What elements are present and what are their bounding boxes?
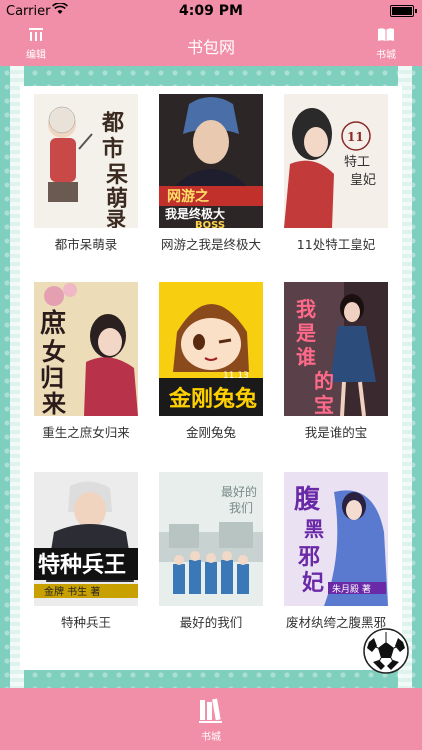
- book-item[interactable]: 我 是 谁 的 宝 我是谁的宝: [274, 282, 398, 441]
- book-cover-art: 11 特工 皇妃: [284, 94, 388, 228]
- book-item[interactable]: 网游之 我是终极大 BOSS 网游之我是终极大: [149, 94, 273, 253]
- svg-text:宝: 宝: [314, 393, 334, 416]
- book-cover: 都 市 呆 萌 录: [34, 94, 138, 228]
- bookshelf-panel: 都 市 呆 萌 录 都市呆萌录 网游之 我是终极大 BOSS 网游之我是终极大 …: [20, 86, 402, 670]
- svg-text:BOSS: BOSS: [195, 220, 225, 228]
- book-item[interactable]: 特种兵王 金牌 书生 著 特种兵王: [24, 472, 148, 631]
- svg-text:是: 是: [295, 321, 316, 345]
- book-cover: 最好的 我们: [159, 472, 263, 606]
- svg-text:我们: 我们: [229, 500, 253, 515]
- svg-text:谁: 谁: [296, 345, 316, 369]
- book-cover: 特种兵王 金牌 书生 著: [34, 472, 138, 606]
- book-item[interactable]: 最好的 我们 最好的我们: [149, 472, 273, 631]
- bookshelf-area[interactable]: 都 市 呆 萌 录 都市呆萌录 网游之 我是终极大 BOSS 网游之我是终极大 …: [0, 66, 422, 688]
- svg-text:黑: 黑: [304, 517, 324, 541]
- book-item[interactable]: 都 市 呆 萌 录 都市呆萌录: [24, 94, 148, 253]
- svg-text:金牌 书生 著: 金牌 书生 著: [44, 585, 100, 598]
- status-bar: Carrier 4:09 PM: [0, 0, 422, 22]
- books-icon: [199, 698, 222, 723]
- svg-text:我是终极大: 我是终极大: [165, 206, 225, 221]
- svg-text:市: 市: [102, 136, 124, 162]
- svg-text:女: 女: [42, 337, 66, 366]
- svg-text:特工: 特工: [344, 155, 370, 170]
- book-item[interactable]: 金刚兔兔 11.13 金刚兔兔: [149, 282, 273, 441]
- svg-text:妃: 妃: [302, 570, 324, 596]
- tab-bookstore-label: 书城: [201, 732, 221, 743]
- book-cover-art: 金刚兔兔 11.13: [159, 282, 263, 416]
- bookstore-button-label: 书城: [376, 50, 396, 61]
- book-open-icon: [377, 26, 395, 44]
- book-cover-art: 腹 黑 邪 妃 朱月殿 著: [284, 472, 388, 606]
- svg-text:呆: 呆: [105, 162, 128, 188]
- book-title: 最好的我们: [179, 615, 243, 630]
- svg-text:11.13: 11.13: [223, 371, 249, 381]
- svg-text:我: 我: [296, 297, 316, 321]
- svg-text:归: 归: [40, 363, 64, 392]
- soccer-ball-icon[interactable]: [363, 628, 409, 674]
- book-cover: 11 特工 皇妃: [284, 94, 388, 228]
- book-cover-art: 庶 女 归 来: [34, 282, 138, 416]
- book-cover-art: 我 是 谁 的 宝: [284, 282, 388, 416]
- battery-icon: [390, 5, 417, 17]
- status-time: 4:09 PM: [179, 3, 243, 19]
- svg-text:最好的: 最好的: [221, 484, 257, 499]
- book-item[interactable]: 庶 女 归 来 重生之庶女归来: [24, 282, 148, 441]
- page-title: 书包网: [186, 38, 235, 57]
- svg-text:都: 都: [101, 110, 124, 136]
- book-cover: 金刚兔兔 11.13: [159, 282, 263, 416]
- svg-text:录: 录: [106, 207, 126, 228]
- book-cover-art: 特种兵王 金牌 书生 著: [34, 472, 138, 606]
- book-title: 网游之我是终极大: [160, 237, 261, 252]
- book-item[interactable]: 腹 黑 邪 妃 朱月殿 著 废材纨绔之腹黑邪: [274, 472, 398, 631]
- book-title: 特种兵王: [60, 615, 111, 630]
- book-cover: 庶 女 归 来: [34, 282, 138, 416]
- tab-bookstore[interactable]: 书城: [181, 696, 241, 743]
- book-title: 都市呆萌录: [54, 237, 118, 252]
- tab-bar: 书城: [0, 688, 422, 750]
- book-title: 我是谁的宝: [304, 425, 368, 440]
- book-cover-art: 都 市 呆 萌 录: [48, 106, 128, 228]
- svg-text:来: 来: [42, 389, 67, 416]
- svg-text:特种兵王: 特种兵王: [38, 552, 126, 578]
- book-title: 金刚兔兔: [185, 425, 236, 440]
- book-title: 重生之庶女归来: [42, 425, 130, 440]
- book-cover-art: 网游之 我是终极大 BOSS: [159, 94, 263, 228]
- book-cover-art: 最好的 我们: [159, 472, 263, 606]
- svg-text:邪: 邪: [297, 544, 320, 570]
- book-cover: 腹 黑 邪 妃 朱月殿 著: [284, 472, 388, 606]
- svg-text:金刚兔兔: 金刚兔兔: [168, 386, 257, 412]
- navigation-bar: 编辑 书包网 书城: [0, 22, 422, 66]
- book-item[interactable]: 11 特工 皇妃 11处特工皇妃: [274, 94, 398, 253]
- book-cover: 我 是 谁 的 宝: [284, 282, 388, 416]
- book-cover: 网游之 我是终极大 BOSS: [159, 94, 263, 228]
- svg-text:腹: 腹: [293, 484, 321, 515]
- book-title: 11处特工皇妃: [296, 237, 376, 252]
- svg-text:的: 的: [314, 369, 334, 393]
- svg-text:11: 11: [347, 130, 364, 144]
- svg-text:庶: 庶: [40, 308, 66, 339]
- svg-text:网游之: 网游之: [167, 188, 209, 205]
- svg-text:朱月殿 著: 朱月殿 著: [332, 583, 371, 595]
- svg-text:皇妃: 皇妃: [350, 173, 376, 188]
- bookstore-button[interactable]: 书城: [366, 26, 406, 61]
